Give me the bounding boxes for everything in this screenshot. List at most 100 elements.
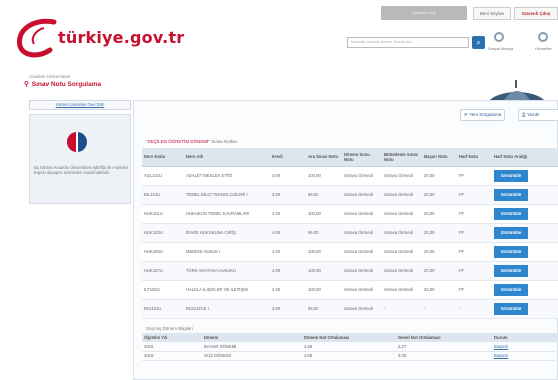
course-code-cell: BIL101U: [142, 185, 184, 205]
view-range-button[interactable]: Görüntüle: [494, 302, 528, 315]
letter-range-cell: Görüntüle: [492, 242, 558, 262]
table-row: 2016 BAHAR DÖNEMİ 2,58 2,27 Başarılı: [142, 342, 558, 352]
page-title-text: Sınav Notu Sorgulama: [31, 81, 102, 88]
main-content: ⟳ Yeni Sorgulama ⎙ Yazdır "SEÇİLEN ÖĞRET…: [133, 100, 558, 380]
success-score-cell: -: [422, 299, 457, 319]
letter-grade-cell: FF: [457, 242, 492, 262]
letter-range-cell: Görüntüle: [492, 280, 558, 300]
social-icon[interactable]: [494, 32, 504, 42]
makeup-score-cell: Sınava Girmedi: [382, 223, 422, 243]
past-header-row: Öğretim Yılı Dönem Dönem Not Ortalaması …: [142, 333, 558, 342]
search-icon: ⌕: [476, 38, 481, 47]
success-score-cell: 20,00: [422, 261, 457, 281]
table-row: HUK107U TÜRK ANAYASA HUKUKU 4.00 100,00 Sına…: [142, 261, 558, 281]
site-logo[interactable]: türkiye.gov.tr: [14, 16, 204, 60]
makeup-score-cell: Sınava Girmedi: [382, 280, 422, 300]
past-terms-title: Geçmiş Dönem Bilgileri: [146, 326, 193, 331]
refresh-icon: ⟳: [464, 112, 468, 117]
course-code-cell: HUK105U: [142, 242, 184, 262]
section-suffix: Sınav Notları: [211, 139, 238, 144]
profile-button[interactable]: Beni Seyfan: [473, 7, 511, 20]
general-average-cell: 2,27: [396, 342, 492, 352]
course-name-cell: İNGİLİZCE I: [184, 299, 270, 319]
print-button[interactable]: ⎙ Yazdır: [518, 109, 558, 121]
success-score-cell: 20,00: [422, 223, 457, 243]
col-status: Durum: [492, 333, 558, 342]
midterm-score-cell: 100,00: [306, 261, 342, 281]
credit-cell: 4.00: [270, 166, 306, 186]
view-range-button[interactable]: Görüntüle: [494, 245, 528, 258]
year-cell: 2016: [142, 342, 202, 352]
col-success-score: Başarı Notu: [422, 148, 457, 167]
midterm-score-cell: 100,00: [306, 204, 342, 224]
success-score-cell: 20,00: [422, 242, 457, 262]
grades-table: Ders Kodu Ders Adı Kredi Ara Sınav Notu …: [142, 148, 558, 319]
status-cell[interactable]: Başarılı: [492, 342, 558, 352]
col-final: Dönem Sonu Notu: [342, 148, 382, 167]
view-range-button[interactable]: Görüntüle: [494, 283, 528, 296]
credit-cell: 4.00: [270, 242, 306, 262]
view-range-button[interactable]: Görüntüle: [494, 169, 528, 182]
services-label: Hizmetler: [535, 46, 552, 51]
services-icon[interactable]: [538, 32, 548, 42]
search-input[interactable]: Kurumlar, Anahtar Kelime, Hizmet Ara: [347, 37, 469, 48]
table-row: HUK101U HUKUKUN TEMEL KAVRAMLARI 4.00 100,0…: [142, 204, 558, 224]
course-name-cell: İDARE HUKUKUNA GİRİŞ: [184, 223, 270, 243]
general-average-cell: 3,05: [396, 351, 492, 361]
col-term: Dönem: [202, 333, 302, 342]
final-score-cell: Sınava Girmedi: [342, 204, 382, 224]
success-score-cell: 20,00: [422, 166, 457, 186]
term-average-cell: 2,58: [302, 342, 396, 352]
university-logo-icon: [67, 132, 87, 152]
back-to-services-link[interactable]: Hizmet Listesine Geri Dön: [29, 100, 131, 110]
letter-range-cell: Görüntüle: [492, 223, 558, 243]
course-name-cell: MEDENİ HUKUK I: [184, 242, 270, 262]
term-cell: BAHAR DÖNEMİ: [202, 342, 302, 352]
credit-cell: 4.00: [270, 223, 306, 243]
year-cell: 2016: [142, 351, 202, 361]
social-label: Sosyal Medya: [488, 46, 514, 51]
credit-cell: 4.00: [270, 261, 306, 281]
makeup-score-cell: Sınava Girmedi: [382, 166, 422, 186]
course-code-cell: HUK107U: [142, 261, 184, 281]
view-range-button[interactable]: Görüntüle: [494, 188, 528, 201]
course-name-cell: HALKLA İLİŞKİLER VE İLETİŞİM: [184, 280, 270, 300]
letter-grade-cell: FF: [457, 204, 492, 224]
midterm-score-cell: 96,00: [306, 185, 342, 205]
institution-card: Bu hizmet Anadolu Üniversitesi işbirliği…: [29, 114, 131, 204]
service-description: Bu hizmet Anadolu Üniversitesi işbirliği…: [34, 165, 128, 176]
final-score-cell: Sınava Girmedi: [342, 299, 382, 319]
table-row: ING101U İNGİLİZCE I 3.00 96,00 Sınava Girmed…: [142, 299, 558, 319]
col-makeup: Bütünleme Sınav Notu: [382, 148, 422, 167]
past-terms-table: Öğretim Yılı Dönem Dönem Not Ortalaması …: [142, 333, 558, 361]
makeup-score-cell: Sınava Girmedi: [382, 204, 422, 224]
credit-cell: 3.00: [270, 185, 306, 205]
status-cell[interactable]: Başarılı: [492, 351, 558, 361]
col-general-average: Genel Not Ortalaması: [396, 333, 492, 342]
search-icon: ⚲: [24, 81, 29, 88]
final-score-cell: Sınava Girmedi: [342, 185, 382, 205]
success-score-cell: 20,00: [422, 185, 457, 205]
institution-name: Anadolu Üniversitesi: [29, 74, 71, 79]
midterm-score-cell: 100,00: [306, 280, 342, 300]
logout-button[interactable]: Güvenli Çıkış: [514, 7, 558, 20]
print-label: Yazdır: [526, 112, 540, 117]
login-status-bar[interactable]: Sisteme Giriş: [381, 6, 467, 20]
new-query-button[interactable]: ⟳ Yeni Sorgulama: [460, 109, 506, 121]
view-range-button[interactable]: Görüntüle: [494, 226, 528, 239]
final-score-cell: Sınava Girmedi: [342, 242, 382, 262]
col-midterm: Ara Sınav Notu: [306, 148, 342, 167]
midterm-score-cell: 100,00: [306, 242, 342, 262]
credit-cell: 4.00: [270, 280, 306, 300]
letter-range-cell: Görüntüle: [492, 185, 558, 205]
table-row: HUK105U MEDENİ HUKUK I 4.00 100,00 Sınava Gi…: [142, 242, 558, 262]
course-name-cell: TEMEL BİLGİ TEKNOLOJİLERİ I: [184, 185, 270, 205]
search-button[interactable]: ⌕: [472, 36, 485, 49]
view-range-button[interactable]: Görüntüle: [494, 207, 528, 220]
letter-grade-cell: FF: [457, 261, 492, 281]
print-icon: ⎙: [522, 112, 526, 117]
course-code-cell: ADL101U: [142, 166, 184, 186]
logo-text: türkiye.gov.tr: [58, 28, 185, 47]
view-range-button[interactable]: Görüntüle: [494, 264, 528, 277]
course-name-cell: ADALET MESLEK ETİĞİ: [184, 166, 270, 186]
